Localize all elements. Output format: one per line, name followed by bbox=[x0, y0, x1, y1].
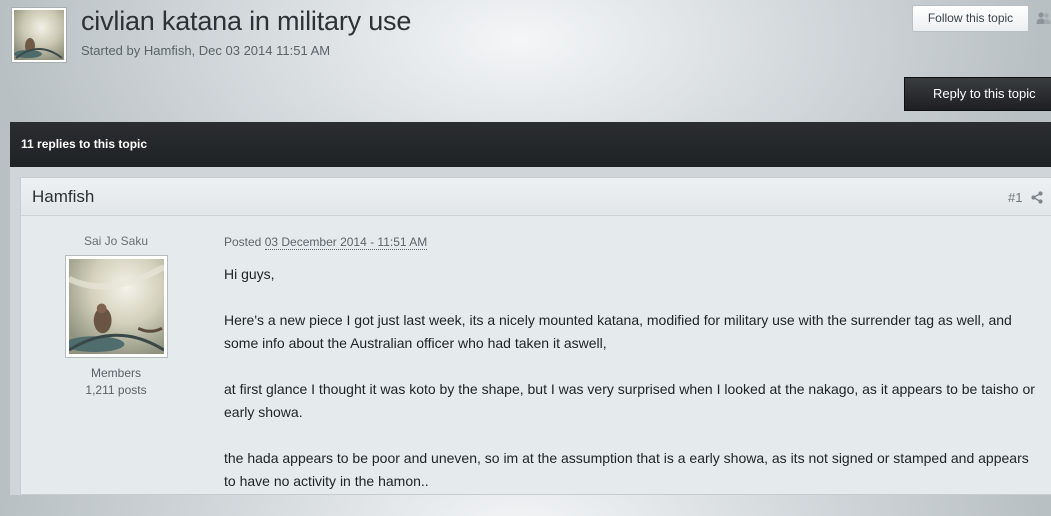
post-paragraph: at first glance I thought it was koto by… bbox=[224, 381, 1035, 420]
topic-starter-avatar[interactable] bbox=[11, 7, 67, 63]
share-icon[interactable] bbox=[1031, 191, 1043, 204]
post-header: Hamfish #1 bbox=[21, 178, 1051, 216]
reply-to-topic-button[interactable]: Reply to this topic bbox=[904, 77, 1051, 111]
post: Hamfish #1 Sai Jo Saku Members 1,211 pos… bbox=[20, 177, 1051, 495]
replies-bar: 11 replies to this topic bbox=[10, 122, 1051, 167]
avatar-image bbox=[14, 10, 64, 60]
replies-count: 11 replies to this topic bbox=[21, 137, 148, 151]
topic-title: civlian katana in military use bbox=[81, 6, 412, 36]
post-date-link[interactable]: 03 December 2014 - 11:51 AM bbox=[264, 235, 428, 250]
followers-icon[interactable] bbox=[1036, 11, 1051, 25]
post-container: Hamfish #1 Sai Jo Saku Members 1,211 pos… bbox=[10, 167, 1051, 495]
member-group: Members bbox=[90, 366, 141, 380]
follow-topic-button[interactable]: Follow this topic bbox=[912, 5, 1029, 32]
avatar-image bbox=[69, 259, 164, 354]
post-paragraph: the hada appears to be poor and uneven, … bbox=[224, 450, 1029, 489]
post-number[interactable]: #1 bbox=[1008, 190, 1022, 205]
member-post-count: 1,211 posts bbox=[85, 383, 147, 397]
post-date: Posted 03 December 2014 - 11:51 AM bbox=[224, 235, 428, 250]
post-paragraph: Hi guys, bbox=[224, 266, 275, 282]
author-avatar[interactable] bbox=[65, 255, 168, 358]
posted-label: Posted bbox=[224, 235, 262, 249]
member-title: Sai Jo Saku bbox=[83, 234, 149, 248]
post-paragraph: Here's a new piece I got just last week,… bbox=[224, 312, 1012, 351]
post-author-name[interactable]: Hamfish bbox=[32, 187, 94, 207]
topic-meta: Started by Hamfish, Dec 03 2014 11:51 AM bbox=[81, 43, 331, 58]
post-body: Hi guys, Here's a new piece I got just l… bbox=[224, 263, 1044, 516]
